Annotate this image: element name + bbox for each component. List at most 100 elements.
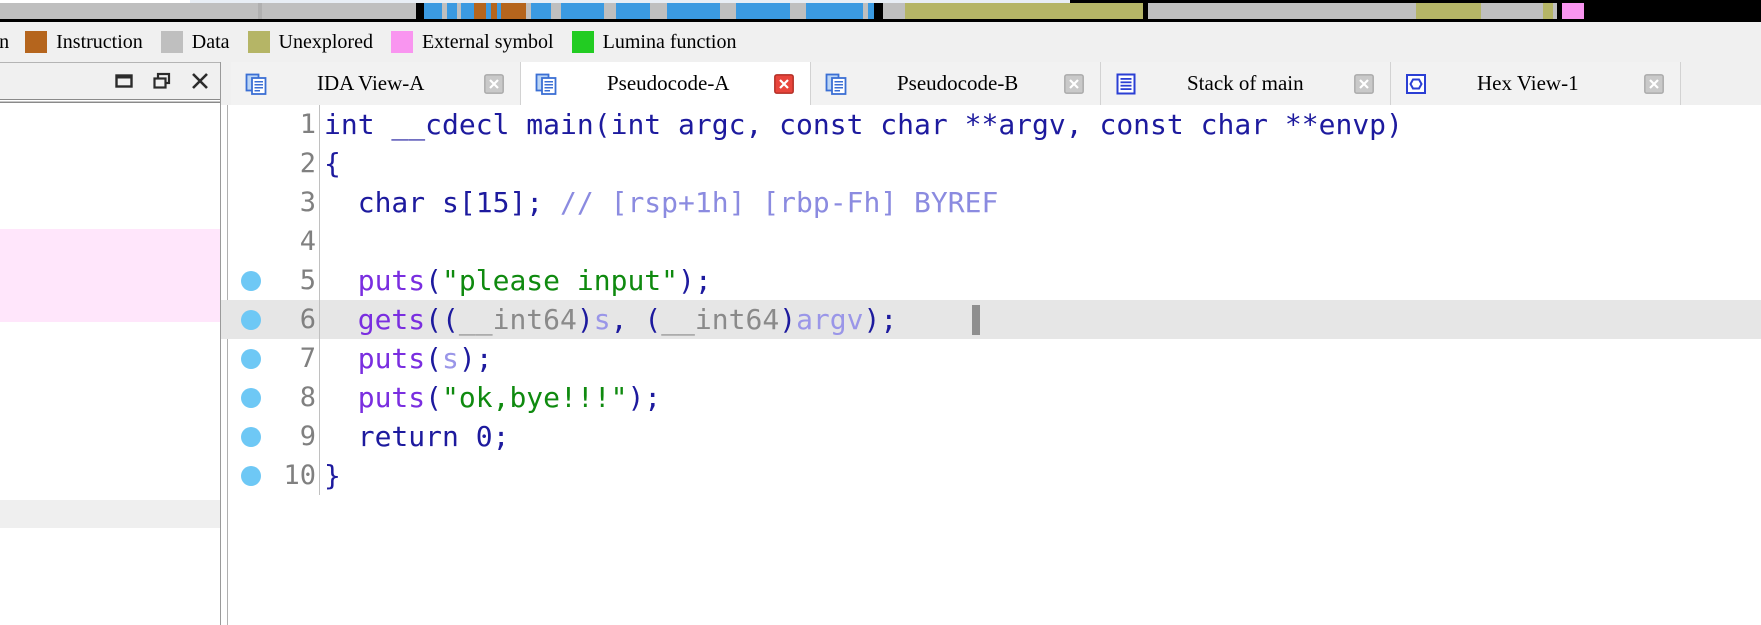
- code-token-punct: , (: [610, 303, 662, 336]
- legend-color-swatch: [25, 31, 48, 53]
- legend-color-swatch: [571, 31, 594, 53]
- code-line[interactable]: 6 gets((__int64)s, (__int64)argv);: [221, 300, 1761, 339]
- legend-color-swatch: [160, 31, 183, 53]
- code-token-fn: puts: [357, 264, 426, 297]
- restore-button[interactable]: [113, 70, 135, 92]
- code-token-var: s: [442, 342, 459, 375]
- legend-item: Unexplored: [247, 31, 391, 54]
- nav-band-segment: [561, 3, 604, 19]
- code-line[interactable]: 7 puts(s);: [221, 339, 1761, 378]
- legend-label: Lumina function: [602, 30, 737, 53]
- legend-item: Lumina function: [571, 30, 755, 54]
- code-line[interactable]: 1 int __cdecl main(int argc, const char *…: [221, 105, 1761, 144]
- line-number: 10: [274, 456, 319, 495]
- breakpoint-gutter-cell[interactable]: [228, 378, 274, 417]
- pseudocode-editor[interactable]: 1 int __cdecl main(int argc, const char *…: [221, 105, 1761, 625]
- nav-band-segment: [500, 3, 527, 19]
- code-line[interactable]: 9 return 0;: [221, 417, 1761, 456]
- tab-stack-of-main[interactable]: Stack of main: [1101, 62, 1391, 105]
- code-token-str: "ok,bye!!!": [442, 381, 628, 414]
- breakpoint-gutter-cell[interactable]: [228, 222, 274, 261]
- panel-content-area[interactable]: [0, 104, 220, 625]
- code-token-punct: (: [425, 342, 443, 375]
- code-token-var: argv: [796, 303, 864, 336]
- code-token-cast: __int64: [661, 303, 780, 336]
- code-line[interactable]: 2{: [221, 144, 1761, 183]
- nav-band-segment: [667, 3, 720, 19]
- code-token-kw: char s[15];: [324, 186, 561, 219]
- code-token-punct: ): [576, 303, 594, 336]
- nav-band-segment: [883, 3, 906, 19]
- nav-band-segment: [603, 3, 616, 19]
- code-line[interactable]: 8 puts("ok,bye!!!");: [221, 378, 1761, 417]
- tab-label: Pseudocode-B: [897, 71, 1019, 95]
- tab-close-button[interactable]: [1644, 73, 1664, 94]
- breakpoint-dot-icon[interactable]: [241, 270, 261, 291]
- left-docked-panel: [0, 62, 221, 625]
- tab-close-button[interactable]: [774, 73, 794, 94]
- view-tab-bar[interactable]: IDA View-A Pseudocode-A Pseudocode-B Stack …: [221, 62, 1761, 105]
- code-token-punct: (: [425, 264, 443, 297]
- code-line-text: return 0;: [320, 417, 1761, 456]
- nav-band-segment: [1584, 3, 1761, 19]
- code-line[interactable]: 4: [221, 222, 1761, 261]
- code-token-cmt: // [rsp+1h] [rbp-Fh] BYREF: [560, 186, 999, 219]
- legend-label-truncated: tion: [0, 30, 10, 53]
- code-token-fn: puts: [357, 381, 426, 414]
- close-icon[interactable]: [189, 70, 211, 92]
- code-token-punct: }: [324, 459, 341, 492]
- code-line[interactable]: 5 puts("please input");: [221, 261, 1761, 300]
- breakpoint-dot-icon[interactable]: [241, 348, 261, 369]
- breakpoint-dot-icon[interactable]: [241, 387, 261, 408]
- breakpoint-dot-icon[interactable]: [241, 309, 261, 330]
- nav-band-segment: [650, 3, 668, 19]
- panel-selected-row[interactable]: [0, 500, 220, 528]
- tab-hex-view-1[interactable]: Hex View-1: [1391, 62, 1681, 105]
- code-token-var: s: [593, 303, 611, 336]
- breakpoint-dot-icon[interactable]: [241, 426, 261, 447]
- code-line[interactable]: 3 char s[15]; // [rsp+1h] [rbp-Fh] BYREF: [221, 183, 1761, 222]
- legend-color-swatch: [247, 31, 270, 53]
- nav-band-segment: [473, 3, 486, 19]
- tab-ida-view-a[interactable]: IDA View-A: [231, 62, 521, 105]
- tab-label: IDA View-A: [317, 71, 425, 95]
- tab-label: Hex View-1: [1477, 71, 1579, 95]
- line-number: 8: [274, 378, 319, 417]
- navigation-band[interactable]: [0, 0, 1761, 22]
- nav-band-segment: [447, 3, 458, 19]
- tab-close-button[interactable]: [1354, 73, 1374, 94]
- panel-highlighted-row-external[interactable]: [0, 229, 220, 322]
- legend-item: External symbol: [390, 31, 572, 54]
- hex-view-icon: [1405, 73, 1453, 95]
- code-lines-container[interactable]: 1 int __cdecl main(int argc, const char *…: [221, 105, 1761, 495]
- document-list-icon: [825, 73, 873, 95]
- tab-pseudocode-a[interactable]: Pseudocode-A: [521, 62, 811, 105]
- code-token-fn: gets: [357, 303, 426, 336]
- code-token-kw: main: [526, 108, 594, 141]
- breakpoint-gutter-cell[interactable]: [228, 456, 274, 495]
- tab-close-button[interactable]: [1064, 73, 1084, 94]
- nav-band-segment: [0, 3, 189, 19]
- legend-item: Instruction: [25, 31, 161, 54]
- code-line-text: int __cdecl main(int argc, const char **…: [320, 105, 1761, 144]
- breakpoint-gutter-cell[interactable]: [228, 183, 274, 222]
- tab-close-button[interactable]: [484, 73, 504, 94]
- code-token-kw: (int argc, const char **argv, const char…: [593, 108, 1403, 141]
- navigation-band-segments[interactable]: [0, 3, 1761, 19]
- breakpoint-dot-icon[interactable]: [241, 465, 261, 486]
- document-list-icon: [535, 73, 583, 95]
- legend-label: Instruction: [56, 30, 143, 53]
- breakpoint-gutter-cell[interactable]: [228, 105, 274, 144]
- color-legend: tion Instruction Data Unexplored External s…: [0, 22, 1761, 62]
- breakpoint-gutter-cell[interactable]: [228, 261, 274, 300]
- breakpoint-gutter-cell[interactable]: [228, 339, 274, 378]
- code-line[interactable]: 10}: [221, 456, 1761, 495]
- tab-pseudocode-b[interactable]: Pseudocode-B: [811, 62, 1101, 105]
- maximize-button[interactable]: [151, 70, 173, 92]
- breakpoint-gutter-cell[interactable]: [228, 144, 274, 183]
- breakpoint-gutter-cell[interactable]: [228, 417, 274, 456]
- line-number: 2: [274, 144, 319, 183]
- breakpoint-gutter-cell[interactable]: [228, 300, 274, 339]
- code-token-fn: puts: [357, 342, 426, 375]
- nav-band-segment: [719, 3, 736, 19]
